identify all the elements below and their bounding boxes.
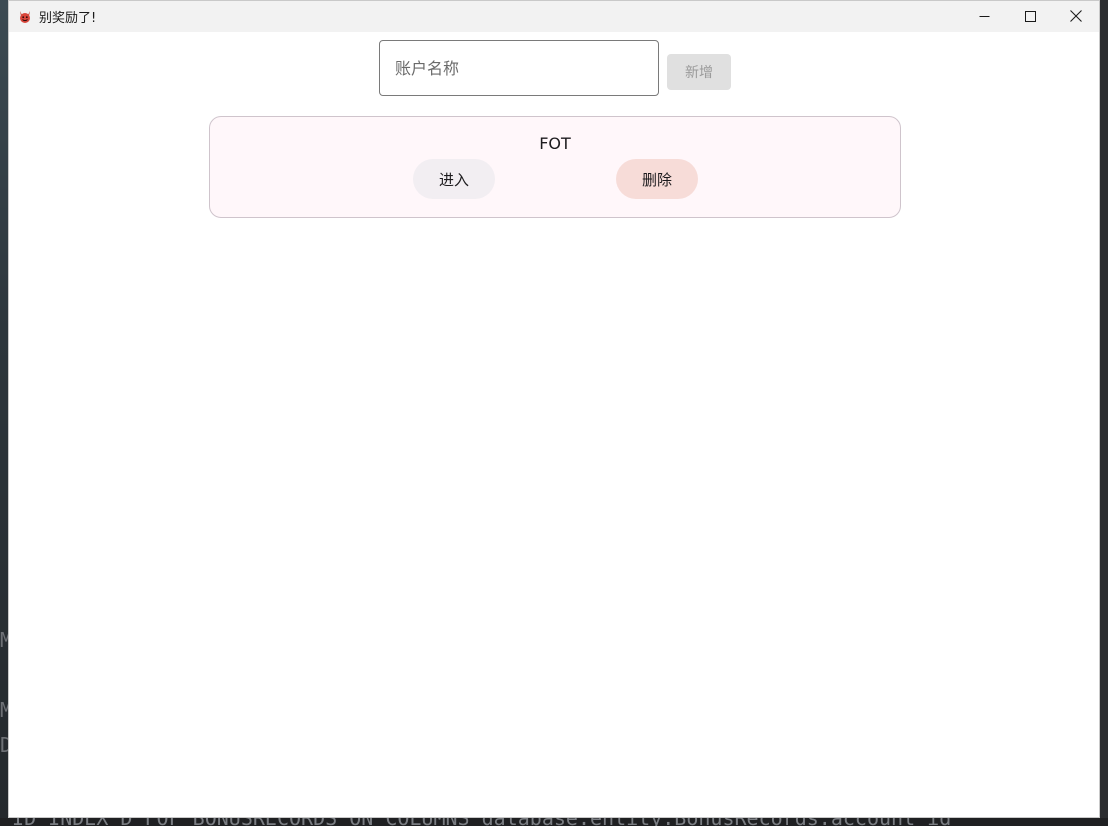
window-controls: [961, 1, 1099, 32]
app-window: 别奖励了! 新增 FOT 进入 删除: [8, 0, 1100, 818]
enter-account-button[interactable]: 进入: [413, 159, 495, 199]
background-editor-right: [1100, 0, 1108, 826]
maximize-icon: [1024, 7, 1036, 26]
add-account-button[interactable]: 新增: [667, 54, 731, 90]
account-name-input[interactable]: [379, 40, 659, 96]
account-card: FOT 进入 删除: [209, 116, 901, 218]
window-title: 别奖励了!: [39, 11, 97, 26]
devil-app-icon: [18, 10, 32, 24]
maximize-button[interactable]: [1007, 1, 1053, 32]
minimize-button[interactable]: [961, 1, 1007, 32]
minimize-icon: [979, 7, 990, 26]
account-name: FOT: [539, 134, 571, 153]
title-bar[interactable]: 别奖励了!: [9, 1, 1099, 32]
main-content: 新增 FOT 进入 删除: [9, 32, 1099, 819]
close-button[interactable]: [1053, 1, 1099, 32]
delete-account-button[interactable]: 删除: [616, 159, 698, 199]
close-icon: [1070, 7, 1082, 26]
background-editor-bottom: _ID_INDEX_D FOF BONUSRECORDS ON COLUMNS …: [0, 818, 1108, 826]
background-code-line: _ID_INDEX_D FOF BONUSRECORDS ON COLUMNS …: [0, 818, 951, 826]
